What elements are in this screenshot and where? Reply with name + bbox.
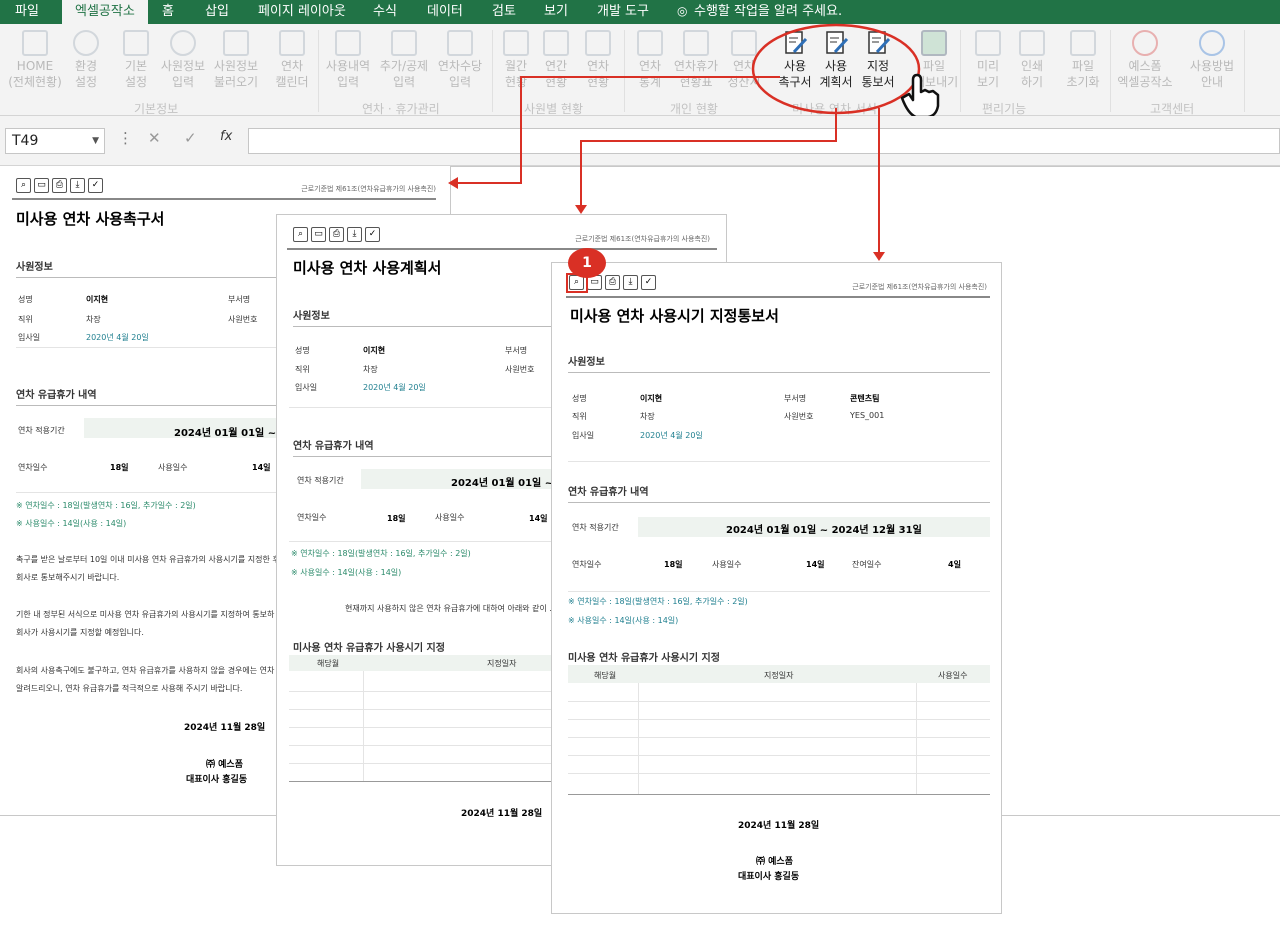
trash-icon	[1070, 30, 1096, 56]
name-box[interactable]: T49 ▼	[5, 128, 105, 154]
leave-table-button[interactable]: 연차휴가 현황표	[670, 30, 722, 90]
laptop-icon[interactable]: ▭	[311, 227, 326, 242]
employee-load-button[interactable]: 사원정보 불러오기	[210, 30, 262, 90]
calendar-icon	[279, 30, 305, 56]
doc-toolbar: ⌕ ▭ ⎙ ⤓ ✓	[293, 227, 380, 242]
section-leave: 연차 유급휴가 내역	[568, 483, 990, 503]
download-icon[interactable]: ⤓	[70, 178, 85, 193]
search-doc-icon	[975, 30, 1001, 56]
cancel-icon[interactable]: ✕	[148, 129, 161, 147]
tell-me-search[interactable]: 수행할 작업을 알려 주세요.	[694, 0, 842, 24]
doc-date: 2024년 11월 28일	[461, 809, 543, 819]
yesform-logo-icon	[1132, 30, 1158, 56]
info-icon	[1199, 30, 1225, 56]
table-icon	[543, 30, 569, 56]
group-label-support: 고객센터	[1150, 102, 1195, 116]
users-table-icon	[585, 30, 611, 56]
help-guide-button[interactable]: 사용방법 안내	[1184, 30, 1240, 90]
group-label-convenience: 편리기능	[982, 102, 1027, 116]
gear-icon	[73, 30, 99, 56]
check-icon[interactable]: ✓	[641, 275, 656, 290]
leave-calendar-button[interactable]: 연차 캘린더	[272, 30, 312, 90]
printer-icon[interactable]: ⎙	[605, 275, 620, 290]
tab-review[interactable]: 검토	[492, 0, 516, 24]
users-icon	[170, 30, 196, 56]
lightbulb-icon: ◎	[677, 4, 688, 18]
check-icon[interactable]: ✓	[88, 178, 103, 193]
menu-bar: 파일 엑셀공작소 홈 삽입 페이지 레이아웃 수식 데이터 검토 보기 개발 도…	[0, 0, 1280, 24]
bar-chart-icon	[637, 30, 663, 56]
checklist-icon	[683, 30, 709, 56]
table-icon	[503, 30, 529, 56]
tab-developer[interactable]: 개발 도구	[597, 0, 649, 24]
printer-icon[interactable]: ⎙	[52, 178, 67, 193]
tab-data[interactable]: 데이터	[427, 0, 463, 24]
function-icon[interactable]: fx	[220, 129, 232, 144]
law-reference: 근로기준법 제61조(연차유급휴가의 사용촉진)	[301, 185, 436, 193]
doc-title: 미사용 연차 사용촉구서	[16, 210, 165, 228]
more-icon: ⋮	[118, 129, 133, 147]
chevron-down-icon: ▼	[92, 136, 99, 146]
settings-sheet-icon	[123, 30, 149, 56]
hand-pointer-icon	[900, 73, 940, 119]
tab-home[interactable]: 홈	[162, 0, 174, 24]
tab-insert[interactable]: 삽입	[205, 0, 229, 24]
yesform-button[interactable]: 예스폼 엑셀공작소	[1114, 30, 1176, 90]
group-label-basic: 기본정보	[134, 102, 179, 116]
tab-formulas[interactable]: 수식	[373, 0, 397, 24]
edit-sheet-icon	[447, 30, 473, 56]
download-icon[interactable]: ⤓	[623, 275, 638, 290]
leave-status-button[interactable]: 연차 현황	[582, 30, 614, 90]
preview-button[interactable]: 미리 보기	[970, 30, 1006, 90]
doc-title: 미사용 연차 사용시기 지정통보서	[570, 307, 779, 325]
tab-file[interactable]: 파일	[15, 0, 39, 24]
print-button[interactable]: 인쇄 하기	[1014, 30, 1050, 90]
check-icon[interactable]: ✓	[365, 227, 380, 242]
designation-notice-doc: ⌕ ▭ ⎙ ⤓ ✓ 근로기준법 제61조(연차유급휴가의 사용촉진) 미사용 연차 사용…	[551, 262, 1002, 914]
magnifier-icon[interactable]: ⌕	[293, 227, 308, 242]
yearly-status-button[interactable]: 연간 현황	[540, 30, 572, 90]
leave-stats-button[interactable]: 연차 통계	[632, 30, 668, 90]
edit-sheet-icon	[335, 30, 361, 56]
tab-page-layout[interactable]: 페이지 레이아웃	[258, 0, 346, 24]
edit-sheet-icon	[391, 30, 417, 56]
download-icon[interactable]: ⤓	[347, 227, 362, 242]
tab-view[interactable]: 보기	[544, 0, 568, 24]
printer-icon	[1019, 30, 1045, 56]
doc-date: 2024년 11월 28일	[738, 821, 820, 831]
employee-input-button[interactable]: 사원정보 입력	[158, 30, 208, 90]
ribbon: HOME (전체현황) 환경 설정 기본 설정 사원정보 입력 사원정보 불러오기 연차 캘…	[0, 24, 1280, 116]
group-label-leave: 연차 · 휴가관리	[362, 102, 440, 116]
reset-file-button[interactable]: 파일 초기화	[1062, 30, 1104, 90]
monthly-status-button[interactable]: 월간 현황	[500, 30, 532, 90]
settings-button[interactable]: 환경 설정	[68, 30, 104, 90]
group-label-personal: 개인 현황	[670, 102, 718, 116]
document-import-icon	[223, 30, 249, 56]
magnifier-icon[interactable]: ⌕	[16, 178, 31, 193]
basic-settings-button[interactable]: 기본 설정	[118, 30, 154, 90]
law-reference: 근로기준법 제61조(연차유급휴가의 사용촉진)	[852, 283, 987, 291]
step-badge: 1	[568, 248, 606, 278]
section-employee: 사원정보	[568, 353, 990, 373]
add-deduct-input-button[interactable]: 추가/공제 입력	[376, 30, 432, 90]
home-icon	[22, 30, 48, 56]
law-reference: 근로기준법 제61조(연차유급휴가의 사용촉진)	[575, 235, 710, 243]
doc-title: 미사용 연차 사용계획서	[293, 259, 442, 277]
enter-icon[interactable]: ✓	[184, 129, 197, 147]
printer-icon[interactable]: ⎙	[329, 227, 344, 242]
home-overview-button[interactable]: HOME (전체현황)	[6, 30, 64, 90]
laptop-icon[interactable]: ▭	[34, 178, 49, 193]
tab-excel-workshop[interactable]: 엑셀공작소	[62, 0, 148, 24]
group-label-employee: 사원별 현황	[524, 102, 584, 116]
doc-date: 2024년 11월 28일	[184, 723, 266, 733]
usage-input-button[interactable]: 사용내역 입력	[322, 30, 374, 90]
doc-toolbar: ⌕ ▭ ⎙ ⤓ ✓	[16, 178, 103, 193]
allowance-input-button[interactable]: 연차수당 입력	[434, 30, 486, 90]
